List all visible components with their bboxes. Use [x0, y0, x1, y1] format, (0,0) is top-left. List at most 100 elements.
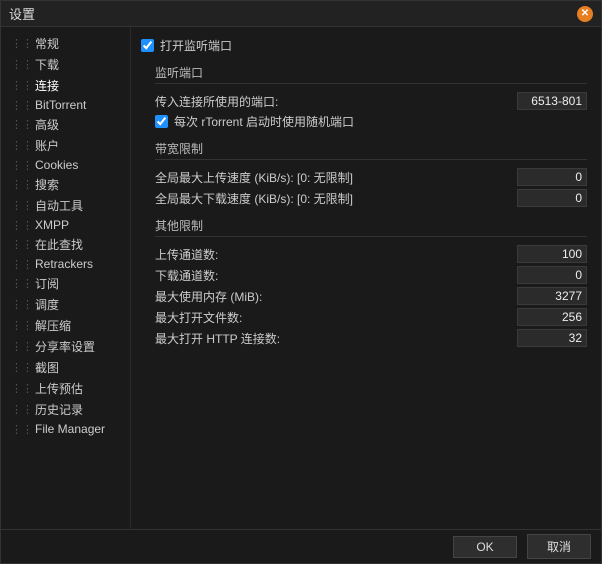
tree-dots-icon: ⋮⋮ [11, 319, 33, 332]
sidebar-item-label: 解压缩 [35, 317, 71, 334]
listen-port-section: 监听端口 传入连接所使用的端口: 每次 rTorrent 启动时使用随机端口 [141, 64, 587, 130]
random-port-row: 每次 rTorrent 启动时使用随机端口 [155, 113, 587, 130]
open-listen-port-row: 打开监听端口 [141, 37, 587, 54]
tree-dots-icon: ⋮⋮ [11, 178, 33, 191]
tree-dots-icon: ⋮⋮ [11, 139, 33, 152]
window-body: ⋮⋮常规 ⋮⋮下载 ⋮⋮连接 ⋮⋮BitTorrent ⋮⋮高级 ⋮⋮账户 ⋮⋮… [1, 27, 601, 529]
max-down-label: 全局最大下载速度 (KiB/s): [0: 无限制] [155, 190, 517, 207]
max-open-files-label: 最大打开文件数: [155, 309, 517, 326]
download-slots-input[interactable] [517, 266, 587, 284]
tree-dots-icon: ⋮⋮ [11, 159, 33, 172]
sidebar-item-label: 截图 [35, 359, 59, 376]
bandwidth-section: 带宽限制 全局最大上传速度 (KiB/s): [0: 无限制] 全局最大下载速度… [141, 140, 587, 207]
sidebar-item-label: Cookies [35, 158, 78, 172]
tree-dots-icon: ⋮⋮ [11, 361, 33, 374]
sidebar-item-label: 自动工具 [35, 197, 83, 214]
random-port-label: 每次 rTorrent 启动时使用随机端口 [174, 113, 354, 130]
sidebar-item-label: BitTorrent [35, 98, 86, 112]
content-pane: 打开监听端口 监听端口 传入连接所使用的端口: 每次 rTorrent 启动时使… [131, 27, 601, 529]
max-memory-input[interactable] [517, 287, 587, 305]
sidebar-item-label: 订阅 [35, 275, 59, 292]
incoming-port-label: 传入连接所使用的端口: [155, 93, 517, 110]
sidebar-item-xmpp[interactable]: ⋮⋮XMPP [5, 216, 126, 234]
sidebar-item-label: 高级 [35, 116, 59, 133]
sidebar-item-bittorrent[interactable]: ⋮⋮BitTorrent [5, 96, 126, 114]
max-memory-row: 最大使用内存 (MiB): [155, 287, 587, 305]
sidebar-item-filemanager[interactable]: ⋮⋮File Manager [5, 420, 126, 438]
tree-dots-icon: ⋮⋮ [11, 58, 33, 71]
max-up-input[interactable] [517, 168, 587, 186]
tree-dots-icon: ⋮⋮ [11, 298, 33, 311]
max-open-files-row: 最大打开文件数: [155, 308, 587, 326]
download-slots-row: 下载通道数: [155, 266, 587, 284]
sidebar-item-label: 在此查找 [35, 236, 83, 253]
incoming-port-row: 传入连接所使用的端口: [155, 92, 587, 110]
tree-dots-icon: ⋮⋮ [11, 238, 33, 251]
max-up-row: 全局最大上传速度 (KiB/s): [0: 无限制] [155, 168, 587, 186]
max-http-label: 最大打开 HTTP 连接数: [155, 330, 517, 347]
cancel-button[interactable]: 取消 [527, 534, 591, 559]
max-open-files-input[interactable] [517, 308, 587, 326]
tree-dots-icon: ⋮⋮ [11, 277, 33, 290]
ok-button[interactable]: OK [453, 536, 517, 558]
tree-dots-icon: ⋮⋮ [11, 99, 33, 112]
close-icon[interactable]: ✕ [577, 6, 593, 22]
sidebar-item-label: Retrackers [35, 257, 93, 271]
sidebar-item-rss[interactable]: ⋮⋮订阅 [5, 273, 126, 294]
sidebar-item-label: 调度 [35, 296, 59, 313]
section-title-bandwidth: 带宽限制 [155, 140, 587, 157]
sidebar-item-autotools[interactable]: ⋮⋮自动工具 [5, 195, 126, 216]
upload-slots-row: 上传通道数: [155, 245, 587, 263]
tree-dots-icon: ⋮⋮ [11, 199, 33, 212]
max-down-input[interactable] [517, 189, 587, 207]
sidebar-item-lookhere[interactable]: ⋮⋮在此查找 [5, 234, 126, 255]
random-port-checkbox[interactable] [155, 115, 168, 128]
sidebar-item-scheduler[interactable]: ⋮⋮调度 [5, 294, 126, 315]
sidebar-item-label: 搜索 [35, 176, 59, 193]
divider [155, 159, 587, 160]
titlebar: 设置 ✕ [1, 1, 601, 27]
sidebar-item-retrackers[interactable]: ⋮⋮Retrackers [5, 255, 126, 273]
sidebar-item-label: 历史记录 [35, 401, 83, 418]
sidebar-item-label: 账户 [35, 137, 59, 154]
max-http-row: 最大打开 HTTP 连接数: [155, 329, 587, 347]
sidebar-item-account[interactable]: ⋮⋮账户 [5, 135, 126, 156]
max-http-input[interactable] [517, 329, 587, 347]
incoming-port-input[interactable] [517, 92, 587, 110]
section-title-listen: 监听端口 [155, 64, 587, 81]
sidebar-item-connection[interactable]: ⋮⋮连接 [5, 75, 126, 96]
max-up-label: 全局最大上传速度 (KiB/s): [0: 无限制] [155, 169, 517, 186]
sidebar-item-label: 分享率设置 [35, 338, 95, 355]
sidebar-item-ratio[interactable]: ⋮⋮分享率设置 [5, 336, 126, 357]
open-listen-port-checkbox[interactable] [141, 39, 154, 52]
tree-dots-icon: ⋮⋮ [11, 340, 33, 353]
sidebar-item-label: 下载 [35, 56, 59, 73]
window-title: 设置 [9, 4, 577, 23]
sidebar-item-unpack[interactable]: ⋮⋮解压缩 [5, 315, 126, 336]
max-down-row: 全局最大下载速度 (KiB/s): [0: 无限制] [155, 189, 587, 207]
settings-window: 设置 ✕ ⋮⋮常规 ⋮⋮下载 ⋮⋮连接 ⋮⋮BitTorrent ⋮⋮高级 ⋮⋮… [0, 0, 602, 564]
divider [155, 83, 587, 84]
sidebar-item-history[interactable]: ⋮⋮历史记录 [5, 399, 126, 420]
sidebar-item-cookies[interactable]: ⋮⋮Cookies [5, 156, 126, 174]
sidebar-item-uploadeta[interactable]: ⋮⋮上传预估 [5, 378, 126, 399]
max-memory-label: 最大使用内存 (MiB): [155, 288, 517, 305]
upload-slots-input[interactable] [517, 245, 587, 263]
sidebar-item-general[interactable]: ⋮⋮常规 [5, 33, 126, 54]
tree-dots-icon: ⋮⋮ [11, 118, 33, 131]
sidebar-item-label: 连接 [35, 77, 59, 94]
tree-dots-icon: ⋮⋮ [11, 79, 33, 92]
download-slots-label: 下载通道数: [155, 267, 517, 284]
upload-slots-label: 上传通道数: [155, 246, 517, 263]
sidebar-item-advanced[interactable]: ⋮⋮高级 [5, 114, 126, 135]
sidebar-item-screenshot[interactable]: ⋮⋮截图 [5, 357, 126, 378]
footer: OK 取消 [1, 529, 601, 563]
sidebar-item-download[interactable]: ⋮⋮下载 [5, 54, 126, 75]
tree-dots-icon: ⋮⋮ [11, 37, 33, 50]
open-listen-port-label: 打开监听端口 [160, 37, 232, 54]
sidebar-item-label: 上传预估 [35, 380, 83, 397]
other-limits-section: 其他限制 上传通道数: 下载通道数: 最大使用内存 (MiB): 最大打开文件数… [141, 217, 587, 347]
sidebar: ⋮⋮常规 ⋮⋮下载 ⋮⋮连接 ⋮⋮BitTorrent ⋮⋮高级 ⋮⋮账户 ⋮⋮… [1, 27, 131, 529]
sidebar-item-search[interactable]: ⋮⋮搜索 [5, 174, 126, 195]
sidebar-item-label: XMPP [35, 218, 69, 232]
